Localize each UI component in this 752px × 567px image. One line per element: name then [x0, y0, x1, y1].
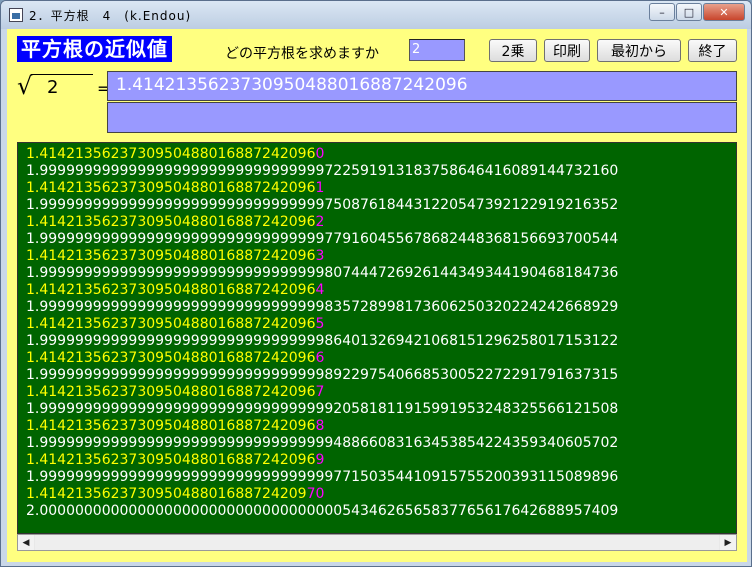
approx-prefix: 1.4142135623730950488016887242096 [26, 214, 316, 230]
approx-prefix: 1.4142135623730950488016887242096 [26, 146, 316, 162]
output-row-square: 1.99999999999999999999999999999999835728… [26, 299, 619, 315]
close-button[interactable]: ✕ [703, 3, 745, 21]
approx-prefix: 1.4142135623730950488016887242096 [26, 418, 316, 434]
approx-digit: 8 [315, 418, 325, 434]
output-row-approx: 1.41421356237309504880168872420961 [26, 180, 324, 197]
approx-prefix: 1.4142135623730950488016887242096 [26, 316, 316, 332]
output-row-square: 1.99999999999999999999999999999999920581… [26, 401, 619, 417]
question-label: どの平方根を求めますか [225, 46, 379, 62]
approx-prefix: 1.4142135623730950488016887242096 [26, 180, 316, 196]
approx-digit: 6 [315, 350, 325, 366]
square-button[interactable]: 2乗 [489, 39, 537, 62]
output-row-approx: 1.41421356237309504880168872420964 [26, 282, 324, 299]
exit-button[interactable]: 終了 [688, 39, 737, 62]
app-window: 2．平方根 4 (k.Endou) – □ ✕ 平方根の近似値 どの平方根を求め… [0, 0, 752, 567]
scroll-left-icon[interactable]: ◀ [18, 535, 34, 550]
sqrt-symbol-icon: √ [17, 72, 33, 100]
print-button[interactable]: 印刷 [544, 39, 590, 62]
output-row-approx: 1.41421356237309504880168872420962 [26, 214, 324, 231]
approx-prefix: 1.414213562373095048801688724209 [26, 486, 307, 502]
scroll-right-icon[interactable]: ▶ [720, 535, 736, 550]
app-icon[interactable] [9, 8, 23, 22]
output-row-square: 1.99999999999999999999999999999999948866… [26, 435, 619, 451]
output-row-square: 1.99999999999999999999999999999999722591… [26, 163, 619, 179]
window-title: 2．平方根 4 (k.Endou) [29, 8, 192, 23]
approx-digit: 2 [315, 214, 325, 230]
scroll-track[interactable] [35, 535, 719, 550]
approx-prefix: 1.4142135623730950488016887242096 [26, 452, 316, 468]
horizontal-scrollbar[interactable]: ◀ ▶ [17, 534, 737, 551]
sqrt-vinculum [31, 74, 93, 75]
approx-digit: 3 [315, 248, 325, 264]
result-field-2[interactable] [107, 102, 737, 133]
output-row-square: 1.99999999999999999999999999999999864013… [26, 333, 619, 349]
client-area: 平方根の近似値 どの平方根を求めますか 2 2乗 印刷 最初から 終了 √ 2 … [7, 29, 747, 562]
approx-digit: 4 [315, 282, 325, 298]
maximize-button[interactable]: □ [676, 3, 702, 21]
minimize-button[interactable]: – [649, 3, 675, 21]
output-panel[interactable]: 1.41421356237309504880168872420960 1.9999… [17, 142, 737, 534]
page-title: 平方根の近似値 [17, 36, 172, 62]
output-row-square: 1.99999999999999999999999999999999807444… [26, 265, 619, 281]
approx-prefix: 1.4142135623730950488016887242096 [26, 350, 316, 366]
output-row-square: 1.99999999999999999999999999999999977150… [26, 469, 619, 485]
restart-button[interactable]: 最初から [597, 39, 681, 62]
output-row-approx: 1.41421356237309504880168872420963 [26, 248, 324, 265]
output-row-approx: 1.41421356237309504880168872420969 [26, 452, 324, 469]
approx-digit: 70 [306, 486, 325, 502]
approx-prefix: 1.4142135623730950488016887242096 [26, 384, 316, 400]
approx-prefix: 1.4142135623730950488016887242096 [26, 248, 316, 264]
output-row-approx: 1.41421356237309504880168872420965 [26, 316, 324, 333]
approx-prefix: 1.4142135623730950488016887242096 [26, 282, 316, 298]
output-row-approx: 1.41421356237309504880168872420966 [26, 350, 324, 367]
approx-digit: 1 [315, 180, 325, 196]
output-row-approx: 1.41421356237309504880168872420968 [26, 418, 324, 435]
approx-digit: 5 [315, 316, 325, 332]
approx-digit: 7 [315, 384, 325, 400]
output-row-approx: 1.41421356237309504880168872420970 [26, 486, 324, 503]
output-row-square: 1.99999999999999999999999999999999779160… [26, 231, 619, 247]
window-controls: – □ ✕ [648, 3, 745, 21]
output-row-square: 1.99999999999999999999999999999999750876… [26, 197, 619, 213]
approx-digit: 0 [315, 146, 325, 162]
title-bar[interactable]: 2．平方根 4 (k.Endou) – □ ✕ [1, 1, 751, 29]
result-field[interactable]: 1.4142135623730950488016887242096 [107, 71, 737, 101]
sqrt-expression: √ 2 [17, 71, 97, 101]
output-row-approx: 1.41421356237309504880168872420960 [26, 146, 324, 163]
number-input[interactable]: 2 [409, 39, 465, 61]
output-row-approx: 1.41421356237309504880168872420967 [26, 384, 324, 401]
approx-digit: 9 [315, 452, 325, 468]
radicand: 2 [47, 77, 59, 98]
output-row-square: 1.99999999999999999999999999999999892297… [26, 367, 619, 383]
output-row-square: 2.00000000000000000000000000000000005434… [26, 503, 619, 519]
